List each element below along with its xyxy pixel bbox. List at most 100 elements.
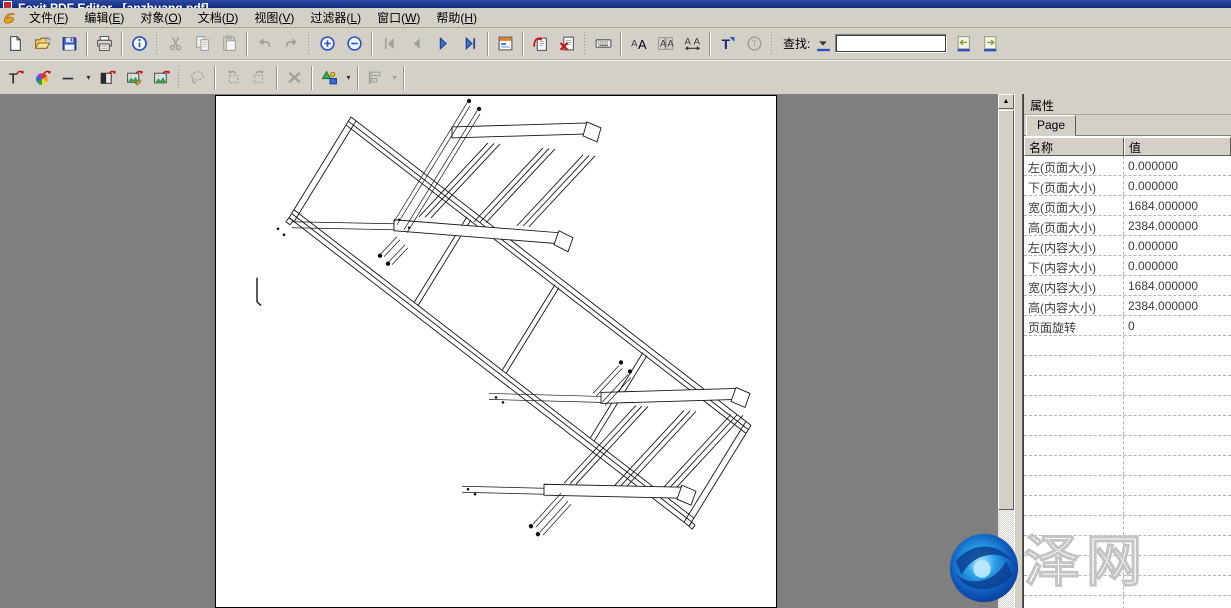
dropdown-arrow[interactable]: ▾ bbox=[343, 65, 354, 91]
property-value[interactable]: 2384.000000 bbox=[1124, 296, 1231, 315]
empty-row bbox=[1024, 596, 1231, 608]
property-value[interactable]: 1684.000000 bbox=[1124, 276, 1231, 295]
app-icon bbox=[3, 1, 12, 8]
tab-page[interactable]: Page bbox=[1026, 115, 1076, 136]
menu-item-view[interactable]: 视图(V) bbox=[246, 7, 302, 28]
color-wheel-button[interactable] bbox=[29, 65, 56, 91]
last-page-icon bbox=[462, 35, 479, 52]
rotate-left-icon bbox=[224, 69, 241, 86]
property-value[interactable]: 0.000000 bbox=[1124, 236, 1231, 255]
dropdown-arrow[interactable]: ▾ bbox=[83, 65, 94, 91]
copy-pages-icon bbox=[194, 35, 211, 52]
document-canvas[interactable] bbox=[0, 94, 998, 608]
image-add-button[interactable] bbox=[148, 65, 175, 91]
pdf-page[interactable] bbox=[215, 95, 777, 608]
cut-scissors-button[interactable] bbox=[162, 31, 189, 57]
panel-splitter[interactable] bbox=[1014, 94, 1023, 608]
font-spacing-button[interactable]: AA bbox=[679, 31, 706, 57]
prev-page-button[interactable] bbox=[403, 31, 430, 57]
save-floppy-button[interactable] bbox=[56, 31, 83, 57]
copy-pages-button[interactable] bbox=[189, 31, 216, 57]
property-value[interactable]: 0.000000 bbox=[1124, 176, 1231, 195]
find-next-button[interactable] bbox=[977, 31, 1004, 57]
property-row[interactable]: 宽(页面大小)1684.000000 bbox=[1024, 196, 1231, 216]
text-edit-icon: T bbox=[7, 69, 24, 86]
menu-item-filter[interactable]: 过滤器(L) bbox=[302, 7, 369, 28]
fill-gradient-button[interactable] bbox=[94, 65, 121, 91]
font-replace-button[interactable]: AA bbox=[625, 31, 652, 57]
delete-page-button[interactable] bbox=[554, 31, 581, 57]
keyboard-button[interactable] bbox=[590, 31, 617, 57]
property-value[interactable]: 1684.000000 bbox=[1124, 196, 1231, 215]
paste-clipboard-button[interactable] bbox=[216, 31, 243, 57]
menu-item-edit[interactable]: 编辑(E) bbox=[76, 7, 132, 28]
line-style-button[interactable] bbox=[56, 65, 83, 91]
delete-object-icon bbox=[286, 69, 303, 86]
font-embed-button[interactable]: AA bbox=[652, 31, 679, 57]
new-page-button[interactable] bbox=[2, 31, 29, 57]
rotate-left-button[interactable] bbox=[219, 65, 246, 91]
empty-row bbox=[1024, 536, 1231, 556]
empty-row bbox=[1024, 456, 1231, 476]
menu-item-window[interactable]: 窗口(W) bbox=[369, 7, 428, 28]
scrollbar-thumb[interactable] bbox=[998, 110, 1014, 510]
redo-arrow-icon bbox=[283, 35, 300, 52]
image-edit-button[interactable] bbox=[121, 65, 148, 91]
property-row[interactable]: 宽(内容大小)1684.000000 bbox=[1024, 276, 1231, 296]
open-folder-icon bbox=[34, 35, 51, 52]
text-circle-button[interactable]: T bbox=[741, 31, 768, 57]
panel-title: 属性 bbox=[1024, 94, 1231, 115]
property-row[interactable]: 下(页面大小)0.000000 bbox=[1024, 176, 1231, 196]
find-dropdown-button[interactable] bbox=[814, 31, 832, 57]
property-value[interactable]: 0.000000 bbox=[1124, 156, 1231, 175]
redo-arrow-button[interactable] bbox=[278, 31, 305, 57]
table-header: 名称 值 bbox=[1024, 137, 1231, 156]
find-next-icon bbox=[982, 35, 999, 52]
rotate-right-button[interactable] bbox=[246, 65, 273, 91]
insert-text-button[interactable]: T bbox=[714, 31, 741, 57]
insert-page-button[interactable] bbox=[527, 31, 554, 57]
property-value[interactable]: 2384.000000 bbox=[1124, 216, 1231, 235]
toolbar-separator bbox=[86, 32, 88, 56]
find-input[interactable] bbox=[835, 34, 947, 53]
empty-row bbox=[1024, 556, 1231, 576]
page-form-button[interactable] bbox=[492, 31, 519, 57]
empty-row bbox=[1024, 576, 1231, 596]
delete-object-button[interactable] bbox=[281, 65, 308, 91]
open-folder-button[interactable] bbox=[29, 31, 56, 57]
first-page-button[interactable] bbox=[376, 31, 403, 57]
svg-text:A: A bbox=[660, 39, 667, 50]
empty-row bbox=[1024, 516, 1231, 536]
shapes-button[interactable] bbox=[316, 65, 343, 91]
info-icon bbox=[131, 35, 148, 52]
align-menu-button[interactable] bbox=[362, 65, 389, 91]
dropdown-arrow[interactable]: ▾ bbox=[389, 65, 400, 91]
print-button[interactable] bbox=[91, 31, 118, 57]
menu-item-object[interactable]: 对象(O) bbox=[132, 7, 189, 28]
property-row[interactable]: 左(页面大小)0.000000 bbox=[1024, 156, 1231, 176]
menu-item-help[interactable]: 帮助(H) bbox=[428, 7, 485, 28]
scroll-up-button[interactable]: ▲ bbox=[998, 94, 1014, 109]
property-value[interactable]: 0 bbox=[1124, 316, 1231, 335]
property-row[interactable]: 页面旋转0 bbox=[1024, 316, 1231, 336]
info-button[interactable] bbox=[126, 31, 153, 57]
next-page-button[interactable] bbox=[430, 31, 457, 57]
property-value[interactable]: 0.000000 bbox=[1124, 256, 1231, 275]
undo-arrow-button[interactable] bbox=[251, 31, 278, 57]
menu-item-file[interactable]: 文件(F) bbox=[21, 7, 76, 28]
zoom-in-button[interactable] bbox=[314, 31, 341, 57]
property-row[interactable]: 高(页面大小)2384.000000 bbox=[1024, 216, 1231, 236]
menu-item-doc[interactable]: 文档(D) bbox=[190, 7, 247, 28]
last-page-button[interactable] bbox=[457, 31, 484, 57]
find-prev-button[interactable] bbox=[950, 31, 977, 57]
panel-tabstrip: Page bbox=[1024, 115, 1231, 136]
vertical-scrollbar[interactable]: ▲ bbox=[998, 94, 1014, 608]
color-wheel-icon bbox=[34, 69, 51, 86]
zoom-out-button[interactable] bbox=[341, 31, 368, 57]
select-lasso-button[interactable] bbox=[184, 65, 211, 91]
text-edit-button[interactable]: T bbox=[2, 65, 29, 91]
property-row[interactable]: 下(内容大小)0.000000 bbox=[1024, 256, 1231, 276]
property-row[interactable]: 高(内容大小)2384.000000 bbox=[1024, 296, 1231, 316]
property-row[interactable]: 左(内容大小)0.000000 bbox=[1024, 236, 1231, 256]
text-caret bbox=[257, 278, 261, 306]
